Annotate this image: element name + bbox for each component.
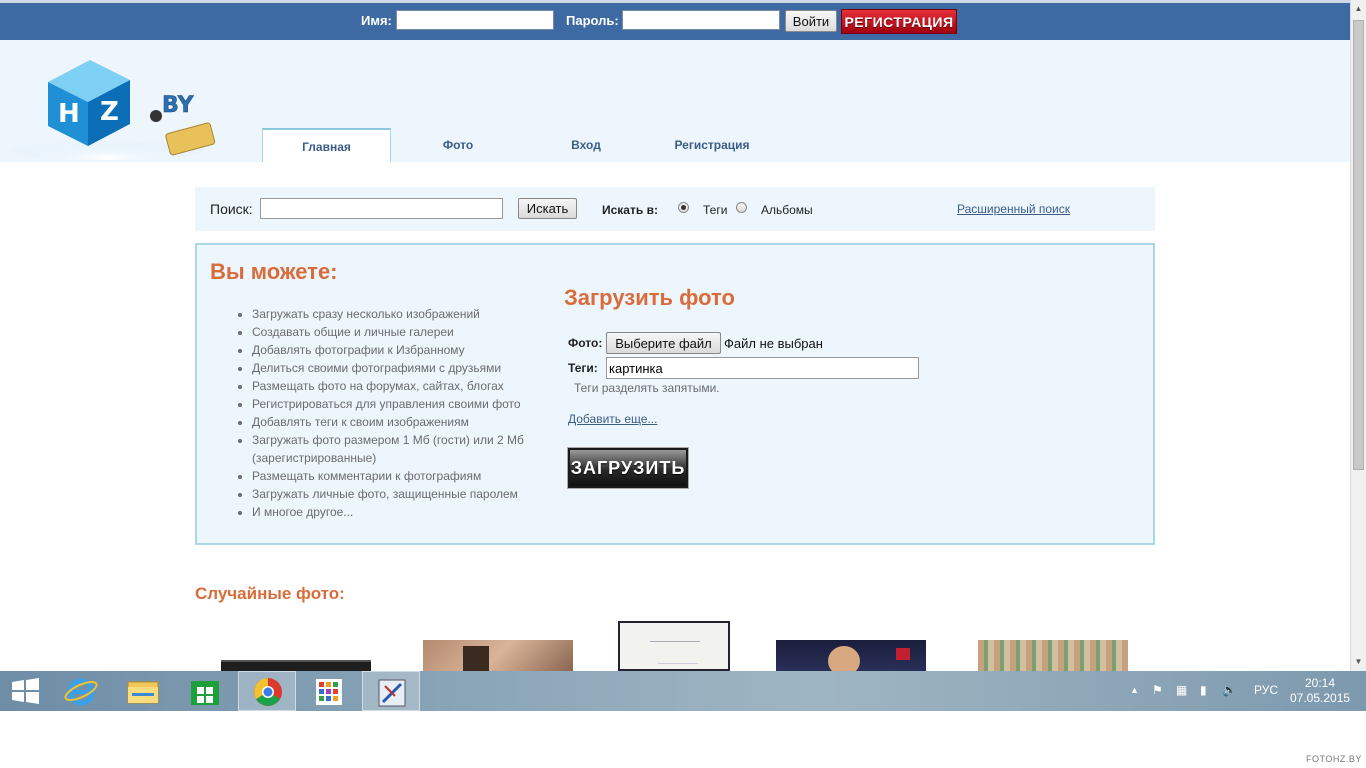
- volume-icon[interactable]: 🔈: [1222, 683, 1237, 697]
- register-button[interactable]: РЕГИСТРАЦИЯ: [841, 9, 957, 34]
- search-in-label: Искать в:: [602, 203, 658, 217]
- folder-icon: [127, 681, 159, 704]
- photo-label: Фото:: [568, 336, 603, 350]
- random-photo-thumb[interactable]: [618, 621, 730, 671]
- start-button[interactable]: [0, 671, 58, 711]
- taskbar-store[interactable]: [176, 671, 234, 711]
- chrome-icon: [254, 678, 282, 706]
- password-label: Пароль:: [566, 13, 619, 28]
- upload-title: Загрузить фото: [564, 285, 735, 310]
- radio-tags-label: Теги: [703, 203, 728, 217]
- file-status: Файл не выбран: [724, 336, 823, 351]
- taskbar-paint[interactable]: [362, 671, 420, 711]
- tab-photo[interactable]: Фото: [394, 128, 522, 162]
- main-box: Вы можете: Загружать сразу несколько изо…: [195, 243, 1155, 545]
- photo-object: [463, 646, 489, 671]
- taskbar-apps[interactable]: [300, 671, 358, 711]
- battery-icon[interactable]: ▮: [1200, 683, 1207, 697]
- tray-expand-icon[interactable]: ▲: [1130, 685, 1139, 695]
- photo-logo: [896, 648, 910, 660]
- login-button[interactable]: Войти: [785, 10, 837, 32]
- photo-face: [828, 646, 860, 671]
- features-list: Загружать сразу несколько изображений Со…: [227, 305, 552, 521]
- page-scrollbar[interactable]: ▲ ▼: [1350, 0, 1366, 671]
- list-item: Загружать фото размером 1 Мб (гости) или…: [252, 431, 552, 467]
- windows-logo-icon: [12, 678, 39, 704]
- list-item: Добавлять фотографии к Избранному: [252, 341, 552, 359]
- search-label: Поиск:: [210, 201, 253, 217]
- svg-text:Z: Z: [100, 97, 119, 127]
- svg-text:BY: BY: [162, 93, 195, 118]
- random-photo-thumb[interactable]: [776, 640, 926, 671]
- list-item: И многое другое...: [252, 503, 552, 521]
- tab-login[interactable]: Вход: [522, 128, 650, 162]
- photo-handwriting: [650, 631, 700, 642]
- list-item: Загружать личные фото, защищенные пароле…: [252, 485, 552, 503]
- taskbar-explorer[interactable]: [114, 671, 172, 711]
- tab-register[interactable]: Регистрация: [650, 128, 774, 162]
- name-input[interactable]: [396, 10, 554, 30]
- taskbar-ie[interactable]: [52, 671, 110, 711]
- list-item: Загружать сразу несколько изображений: [252, 305, 552, 323]
- taskbar-chrome[interactable]: [238, 671, 296, 711]
- paint-icon: [378, 679, 406, 707]
- logo-cube-icon: H Z BY: [7, 60, 216, 163]
- search-button[interactable]: Искать: [518, 198, 577, 219]
- site-header: H Z BY Главная Фото Вход Регистрация: [0, 40, 1350, 163]
- tags-label: Теги:: [568, 361, 598, 375]
- store-icon: [191, 681, 219, 705]
- features-title: Вы можете:: [210, 259, 338, 284]
- list-item: Создавать общие и личные галереи: [252, 323, 552, 341]
- clock-date: 07.05.2015: [1290, 691, 1351, 705]
- random-photos-title: Случайные фото:: [195, 584, 345, 603]
- tab-home[interactable]: Главная: [262, 128, 391, 162]
- list-item: Добавлять теги к своим изображениям: [252, 413, 552, 431]
- photo-handwriting: [658, 651, 698, 664]
- clock-time: 20:14: [1304, 676, 1336, 690]
- apps-grid-icon: [316, 679, 342, 705]
- password-input[interactable]: [622, 10, 780, 30]
- site-logo[interactable]: H Z BY: [7, 42, 234, 163]
- advanced-search-link[interactable]: Расширенный поиск: [957, 202, 1070, 216]
- language-indicator[interactable]: РУС: [1254, 683, 1278, 697]
- add-more-link[interactable]: Добавить еще...: [568, 412, 657, 426]
- list-item: Размещать комментарии к фотографиям: [252, 467, 552, 485]
- svg-text:H: H: [58, 99, 80, 129]
- tags-hint: Теги разделять запятыми.: [574, 381, 720, 395]
- scroll-down-icon[interactable]: ▼: [1351, 655, 1366, 669]
- upload-button[interactable]: ЗАГРУЗИТЬ: [567, 447, 689, 489]
- list-item: Размещать фото на форумах, сайтах, блога…: [252, 377, 552, 395]
- radio-albums-label: Альбомы: [761, 203, 813, 217]
- name-label: Имя:: [361, 13, 392, 28]
- flag-icon[interactable]: ⚑: [1152, 683, 1163, 697]
- clock[interactable]: 20:14 07.05.2015: [1290, 676, 1350, 706]
- search-input[interactable]: [260, 198, 503, 219]
- scroll-up-icon[interactable]: ▲: [1351, 2, 1366, 16]
- list-item: Делиться своими фотографиями с друзьями: [252, 359, 552, 377]
- scrollbar-thumb[interactable]: [1353, 20, 1364, 470]
- taskbar: ▲ ⚑ ▦ ▮ 🔈 РУС 20:14 07.05.2015: [0, 671, 1366, 711]
- network-icon[interactable]: ▦: [1176, 683, 1187, 697]
- radio-albums[interactable]: [736, 202, 747, 213]
- internet-explorer-icon: [64, 678, 98, 706]
- watermark: FOTOHZ.BY: [1306, 754, 1362, 764]
- login-bar: Имя: Пароль: Войти РЕГИСТРАЦИЯ: [0, 0, 1350, 40]
- list-item: Регистрироваться для управления своими ф…: [252, 395, 552, 413]
- random-photo-thumb[interactable]: [423, 640, 573, 671]
- choose-file-button[interactable]: Выберите файл: [606, 332, 721, 354]
- tags-input[interactable]: [606, 357, 919, 379]
- search-panel: Поиск: Искать Искать в: Теги Альбомы Рас…: [195, 187, 1155, 231]
- random-photo-thumb[interactable]: [978, 640, 1128, 671]
- radio-tags[interactable]: [678, 202, 689, 213]
